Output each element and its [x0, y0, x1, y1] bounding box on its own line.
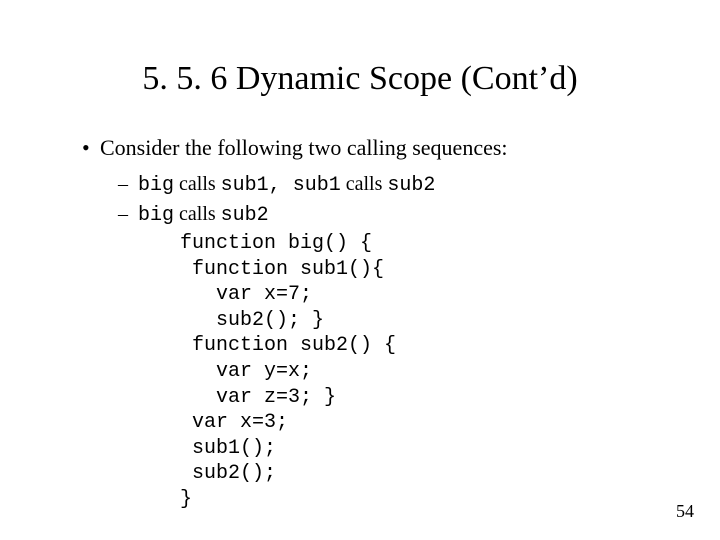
seq2-calls1: calls — [174, 203, 221, 225]
dash-icon: – — [118, 201, 138, 227]
page-number: 54 — [676, 501, 694, 522]
slide-body: •Consider the following two calling sequ… — [82, 135, 680, 513]
code-block: function big() { function sub1(){ var x=… — [180, 231, 680, 513]
seq1-d: sub2 — [387, 174, 435, 197]
bullet-text: Consider the following two calling seque… — [100, 135, 508, 160]
sequence-2: –big calls sub2 — [118, 201, 680, 229]
bullet-item: •Consider the following two calling sequ… — [82, 135, 680, 161]
slide: 5. 5. 6 Dynamic Scope (Cont’d) •Consider… — [0, 0, 720, 540]
dash-icon: – — [118, 171, 138, 197]
seq2-b: sub2 — [221, 204, 269, 227]
seq1-b: sub1 — [221, 174, 269, 197]
sub-list: –big calls sub1, sub1 calls sub2 –big ca… — [118, 171, 680, 513]
seq1-a: big — [138, 174, 174, 197]
seq2-a: big — [138, 204, 174, 227]
seq1-calls2: calls — [341, 173, 388, 195]
sequence-1: –big calls sub1, sub1 calls sub2 — [118, 171, 680, 199]
slide-title: 5. 5. 6 Dynamic Scope (Cont’d) — [0, 60, 720, 98]
seq1-comma: , — [269, 174, 293, 197]
bullet-icon: • — [82, 135, 100, 161]
seq1-calls1: calls — [174, 173, 221, 195]
seq1-c: sub1 — [293, 174, 341, 197]
